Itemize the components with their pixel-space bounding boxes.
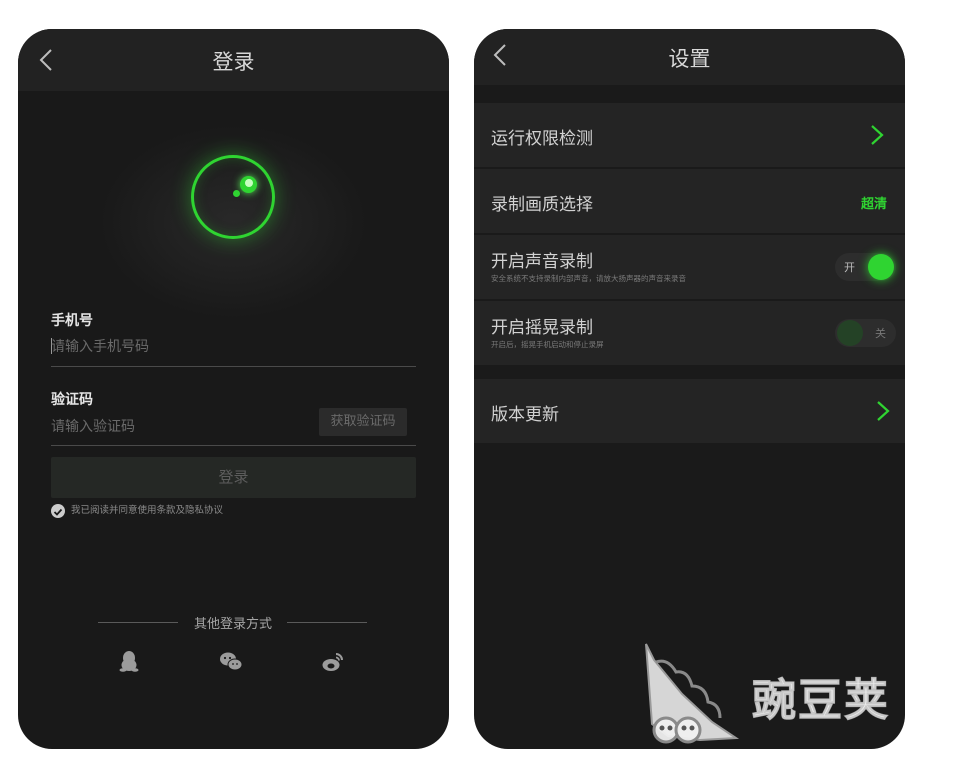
row-label: 开启摇晃录制 xyxy=(491,318,593,338)
row-label: 运行权限检测 xyxy=(491,129,593,149)
page-title: 设置 xyxy=(668,47,711,71)
phone-underline xyxy=(51,366,416,367)
toggle-knob xyxy=(837,320,863,346)
divider-right xyxy=(287,622,367,623)
quality-value: 超清 xyxy=(860,197,887,212)
code-label: 验证码 xyxy=(51,392,93,408)
get-code-button[interactable]: 获取验证码 xyxy=(319,408,407,436)
page-title: 登录 xyxy=(212,50,255,74)
row-description: 开启后，摇晃手机启动和停止录屏 xyxy=(491,340,604,349)
login-button[interactable]: 登录 xyxy=(51,457,416,498)
phone-input[interactable] xyxy=(51,334,416,360)
login-topbar: 登录 xyxy=(18,29,449,91)
row-label: 录制画质选择 xyxy=(491,195,593,215)
weibo-icon[interactable] xyxy=(320,649,346,675)
wechat-icon[interactable] xyxy=(218,649,244,675)
check-icon[interactable] xyxy=(51,504,65,518)
divider-left xyxy=(98,622,178,623)
chevron-right-icon xyxy=(871,125,884,145)
logo-dot-small xyxy=(233,190,240,197)
settings-screen: 设置 运行权限检测 录制画质选择 超清 开启声音录制 安全系统不支持录制内部声音… xyxy=(474,29,905,749)
app-logo-icon xyxy=(191,155,275,239)
toggle-knob xyxy=(868,254,894,280)
watermark-text: 豌豆荚 xyxy=(752,675,890,727)
logo-dot xyxy=(240,176,257,193)
row-shake-record: 开启摇晃录制 开启后，摇晃手机启动和停止录屏 关 xyxy=(474,301,905,365)
toggle-text: 关 xyxy=(875,327,886,340)
other-login-label: 其他登录方式 xyxy=(193,617,272,632)
row-label: 版本更新 xyxy=(491,405,559,425)
agreement-text[interactable]: 我已阅读并同意使用条款及隐私协议 xyxy=(71,504,223,518)
toggle-text: 开 xyxy=(844,261,855,274)
row-permission-check[interactable]: 运行权限检测 xyxy=(474,103,905,167)
phone-label: 手机号 xyxy=(51,313,93,329)
chevron-right-icon xyxy=(877,401,890,421)
settings-topbar: 设置 xyxy=(474,29,905,85)
audio-toggle[interactable]: 开 xyxy=(835,253,896,281)
row-description: 安全系统不支持录制内部声音，请放大扬声器的声音来录音 xyxy=(491,274,686,283)
row-quality[interactable]: 录制画质选择 超清 xyxy=(474,169,905,233)
row-version-update[interactable]: 版本更新 xyxy=(474,379,905,443)
row-audio-record: 开启声音录制 安全系统不支持录制内部声音，请放大扬声器的声音来录音 开 xyxy=(474,235,905,299)
qq-icon[interactable] xyxy=(116,649,142,675)
shake-toggle[interactable]: 关 xyxy=(835,319,896,347)
code-input[interactable] xyxy=(51,414,311,440)
row-label: 开启声音录制 xyxy=(491,252,593,272)
code-underline xyxy=(51,445,416,446)
login-screen: 登录 手机号 验证码 获取验证码 登录 我已阅读并同意使用条款及隐私协议 其他登… xyxy=(18,29,449,749)
